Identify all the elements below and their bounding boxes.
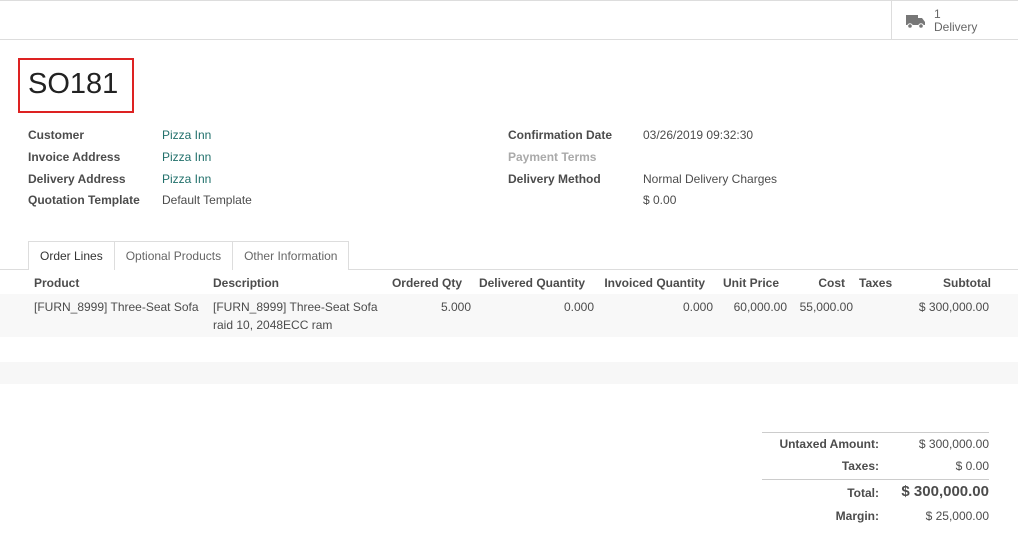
delivery-address-link[interactable]: Pizza Inn [162, 172, 211, 186]
row-description: [FURN_8999] Three-Seat Sofa [213, 300, 378, 314]
confirmation-date-value: 03/26/2019 09:32:30 [643, 128, 754, 142]
truck-icon [906, 14, 925, 29]
col-ordered-qty[interactable]: Ordered Qty [392, 276, 462, 290]
col-delivered-qty[interactable]: Delivered Quantity [479, 276, 585, 290]
delivery-smart-button[interactable]: 1 Delivery [891, 1, 1018, 40]
page-title: SO181 [18, 58, 134, 113]
row-invoiced-qty: 0.000 [682, 300, 713, 314]
row-unit-price: 60,000.00 [733, 300, 787, 314]
margin-value: $ 25,000.00 [925, 509, 989, 523]
tab-optional-products[interactable]: Optional Products [113, 241, 234, 270]
taxes-label: Taxes: [841, 459, 879, 473]
delivery-label: Delivery [934, 19, 978, 34]
empty-row [0, 362, 1018, 384]
customer-link[interactable]: Pizza Inn [162, 128, 211, 142]
payment-terms-label: Payment Terms [508, 150, 597, 164]
margin-label: Margin: [835, 509, 879, 523]
row-product: [FURN_8999] Three-Seat Sofa [34, 300, 199, 314]
totals-divider [762, 432, 989, 433]
col-product[interactable]: Product [34, 276, 79, 290]
delivery-method-value: Normal Delivery Charges [643, 172, 778, 186]
col-unit-price[interactable]: Unit Price [723, 276, 779, 290]
invoice-address-label: Invoice Address [28, 150, 121, 164]
delivery-address-label: Delivery Address [28, 172, 126, 186]
untaxed-label: Untaxed Amount: [779, 437, 879, 451]
quotation-template-label: Quotation Template [28, 193, 140, 207]
total-label: Total: [847, 486, 879, 500]
col-cost[interactable]: Cost [818, 276, 845, 290]
row-delivered-qty: 0.000 [563, 300, 594, 314]
col-subtotal[interactable]: Subtotal [943, 276, 991, 290]
row-description-line2: raid 10, 2048ECC ram [213, 318, 333, 332]
taxes-value: $ 0.00 [955, 459, 989, 473]
untaxed-value: $ 300,000.00 [918, 437, 989, 451]
row-ordered-qty: 5.000 [440, 300, 471, 314]
col-invoiced-qty[interactable]: Invoiced Quantity [604, 276, 705, 290]
total-value: $ 300,000.00 [901, 483, 989, 500]
row-cost: 55,000.00 [799, 300, 853, 314]
control-panel: 1 Delivery [0, 0, 1018, 40]
confirmation-date-label: Confirmation Date [508, 128, 613, 142]
tab-other-information[interactable]: Other Information [232, 241, 350, 270]
customer-label: Customer [28, 128, 85, 142]
delivery-method-label: Delivery Method [508, 172, 601, 186]
row-subtotal: $ 300,000.00 [918, 300, 989, 314]
delivery-count: 1 [934, 6, 941, 21]
col-description[interactable]: Description [213, 276, 279, 290]
total-divider [762, 479, 989, 480]
delivery-charge-value: $ 0.00 [643, 193, 677, 207]
col-taxes[interactable]: Taxes [859, 276, 892, 290]
tab-order-lines[interactable]: Order Lines [28, 241, 115, 270]
quotation-template-value: Default Template [162, 193, 252, 207]
invoice-address-link[interactable]: Pizza Inn [162, 150, 211, 164]
